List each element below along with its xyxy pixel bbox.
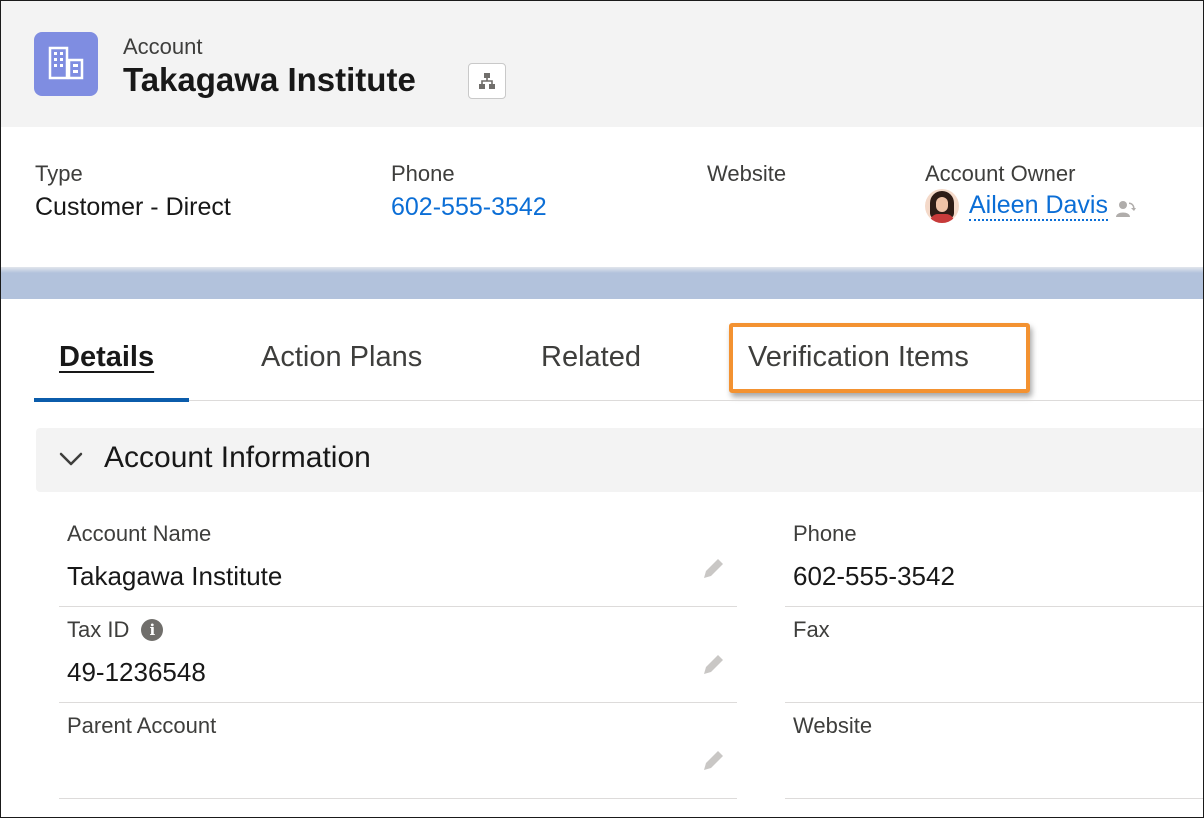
- record-name: Takagawa Institute: [123, 61, 416, 98]
- edit-tax-id-icon[interactable]: [699, 651, 727, 679]
- record-header: Account Takagawa Institute: [1, 1, 1203, 127]
- field-parent-account: Parent Account: [59, 703, 737, 799]
- info-icon[interactable]: i: [141, 619, 164, 641]
- field-website: Website: [785, 703, 1203, 799]
- object-type-label: Account: [123, 34, 203, 59]
- account-name-label: Account Name: [67, 521, 212, 546]
- website-field-label: Website: [793, 713, 873, 738]
- tax-id-label-row: Tax ID i: [67, 617, 164, 643]
- phone-link[interactable]: 602-555-3542: [391, 193, 547, 222]
- website-label: Website: [707, 161, 787, 186]
- account-name-value: Takagawa Institute: [67, 561, 283, 591]
- change-owner-icon[interactable]: [1114, 198, 1136, 220]
- tab-related[interactable]: Related: [541, 341, 641, 374]
- account-icon: [34, 32, 98, 96]
- owner-link[interactable]: Aileen Davis: [969, 191, 1108, 221]
- hierarchy-icon: [479, 73, 495, 89]
- active-tab-indicator: [34, 398, 189, 402]
- type-label: Type: [35, 161, 83, 186]
- phone-field-link[interactable]: 602-555-3542: [793, 561, 955, 592]
- highlight-website: Website: [707, 161, 786, 187]
- fax-label: Fax: [793, 617, 830, 642]
- detail-content: Details Action Plans Related Verificatio…: [1, 299, 1203, 817]
- tax-id-label: Tax ID: [67, 617, 130, 642]
- field-account-name: Account Name Takagawa Institute: [59, 511, 737, 607]
- chevron-down-icon: [59, 452, 83, 466]
- tax-id-value: 49-1236548: [67, 657, 206, 687]
- highlight-type: Type Customer - Direct: [35, 161, 231, 222]
- highlight-phone: Phone 602-555-3542: [391, 161, 547, 222]
- tab-action-plans[interactable]: Action Plans: [261, 341, 422, 374]
- avatar[interactable]: [925, 189, 959, 223]
- phone-field-label: Phone: [793, 521, 857, 546]
- owner-row: Aileen Davis: [925, 189, 1136, 223]
- owner-label: Account Owner: [925, 161, 1076, 186]
- record-page: Account Takagawa Institute Type Customer…: [0, 0, 1204, 818]
- edit-account-name-icon[interactable]: [699, 555, 727, 583]
- highlight-owner: Account Owner Aileen Davis: [925, 161, 1136, 223]
- edit-parent-account-icon[interactable]: [699, 747, 727, 775]
- tab-highlight-callout: [729, 323, 1030, 393]
- highlights-panel: Type Customer - Direct Phone 602-555-354…: [1, 127, 1203, 267]
- view-hierarchy-button[interactable]: [468, 63, 506, 99]
- tabs-divider: [34, 400, 1203, 401]
- tab-details[interactable]: Details: [59, 341, 154, 374]
- parent-account-label: Parent Account: [67, 713, 217, 738]
- type-value: Customer - Direct: [35, 193, 231, 221]
- section-title: Account Information: [104, 441, 371, 474]
- phone-label: Phone: [391, 161, 455, 186]
- field-fax: Fax: [785, 607, 1203, 703]
- field-phone: Phone 602-555-3542: [785, 511, 1203, 607]
- section-header-account-information[interactable]: Account Information: [36, 428, 1203, 492]
- field-tax-id: Tax ID i 49-1236548: [59, 607, 737, 703]
